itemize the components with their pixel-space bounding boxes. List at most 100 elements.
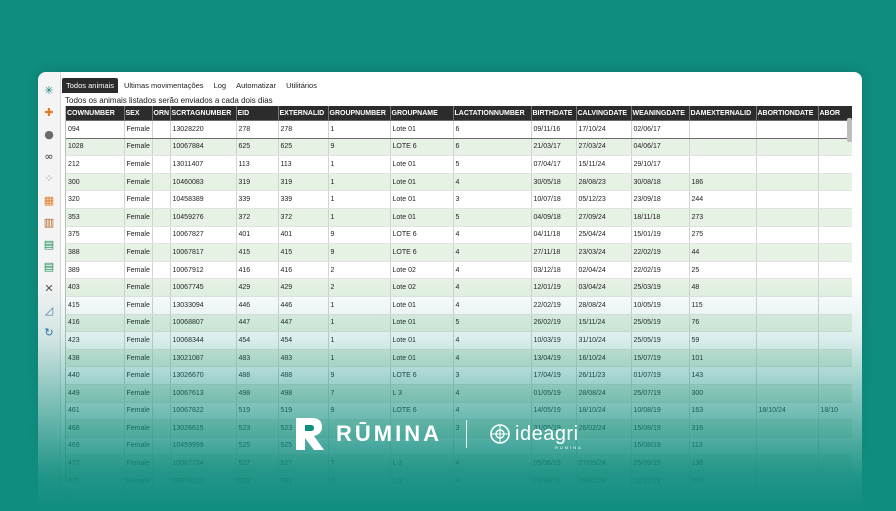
table-cell bbox=[152, 208, 171, 227]
drop-icon[interactable]: ● bbox=[42, 128, 56, 142]
table-cell: LOTE 6 bbox=[390, 243, 454, 262]
tab-ultimas-movimentacoes[interactable]: Ultimas movimentações bbox=[120, 78, 208, 93]
document-icon[interactable]: ▤ bbox=[42, 238, 56, 252]
network-icon[interactable]: ✳ bbox=[42, 84, 56, 98]
grid-icon[interactable]: ⁘ bbox=[42, 172, 56, 186]
table-cell: 13028220 bbox=[170, 120, 237, 139]
table-row[interactable]: 416Female null100688074474471Lote 01526/… bbox=[66, 314, 852, 333]
table-cell: 10067817 bbox=[170, 243, 237, 262]
brand-footer: RŪMINA ideagri RUMINA bbox=[290, 412, 640, 456]
column-header[interactable]: GROUPNUMBER bbox=[328, 106, 391, 121]
table-cell: 25/05/19 bbox=[631, 314, 690, 333]
column-header[interactable]: SEX bbox=[124, 106, 153, 121]
table-cell: 415 bbox=[66, 296, 125, 315]
table-row[interactable]: 375Female null100678274014019LOTE 6404/1… bbox=[66, 226, 852, 245]
table-row[interactable]: 353Female null104592763723721Lote 01504/… bbox=[66, 208, 852, 227]
calendar-icon[interactable]: ▦ bbox=[42, 194, 56, 208]
table-cell bbox=[152, 226, 171, 245]
table-cell: 27/03/24 bbox=[576, 138, 632, 157]
column-header[interactable]: EID bbox=[236, 106, 279, 121]
table-cell: Lote 02 bbox=[390, 261, 454, 280]
add-icon[interactable]: ✚ bbox=[42, 106, 56, 120]
table-cell: 212 bbox=[66, 155, 125, 174]
column-header[interactable]: BIRTHDATE bbox=[531, 106, 577, 121]
column-header[interactable]: ORN bbox=[152, 106, 171, 121]
table-cell: 10458389 bbox=[170, 190, 237, 209]
binoculars-icon[interactable]: ∞ bbox=[42, 150, 56, 164]
table-cell: 4 bbox=[453, 454, 532, 473]
table-row[interactable]: 449Female null100676134984987L 3401/05/1… bbox=[66, 384, 852, 403]
table-cell: 372 bbox=[278, 208, 329, 227]
table-row[interactable]: 438Female null130210874834831Lote 01413/… bbox=[66, 349, 852, 368]
table-cell: 10067912 bbox=[170, 261, 237, 280]
table-cell: Female null bbox=[124, 278, 153, 297]
table-cell: Female null bbox=[124, 138, 153, 157]
column-header[interactable]: LACTATIONNUMBER bbox=[453, 106, 532, 121]
table-row[interactable]: 403Female null100677454294292Lote 02412/… bbox=[66, 278, 852, 297]
document-download-icon[interactable]: ▤ bbox=[42, 260, 56, 274]
tab-automatizar[interactable]: Automatizar bbox=[232, 78, 280, 93]
table-cell: 2 bbox=[328, 261, 391, 280]
table-cell: 10067734 bbox=[170, 454, 237, 473]
column-header[interactable]: WEANINGDATE bbox=[631, 106, 690, 121]
table-cell: 461 bbox=[66, 402, 125, 421]
refresh-icon[interactable]: ↻ bbox=[42, 326, 56, 340]
table-cell: 04/09/18 bbox=[531, 208, 577, 227]
table-row[interactable]: 300Female null104600833193191Lote 01430/… bbox=[66, 173, 852, 192]
table-cell: Female null bbox=[124, 155, 153, 174]
table-row[interactable]: 389Female null100679124164162Lote 02403/… bbox=[66, 261, 852, 280]
table-cell: 07/04/17 bbox=[531, 155, 577, 174]
table-row[interactable]: 094Female null130282202782781Lote 01609/… bbox=[66, 120, 852, 139]
table-cell: 468 bbox=[66, 419, 125, 438]
table-cell: 143 bbox=[689, 366, 757, 385]
table-cell: 113 bbox=[278, 155, 329, 174]
table-row[interactable]: 388Female null100678174154159LOTE 6427/1… bbox=[66, 243, 852, 262]
table-cell: 625 bbox=[236, 138, 279, 157]
table-cell: 244 bbox=[689, 190, 757, 209]
column-header[interactable]: EXTERNALID bbox=[278, 106, 329, 121]
table-cell: 9 bbox=[328, 243, 391, 262]
table-cell: 416 bbox=[236, 261, 279, 280]
column-header[interactable]: ABORTIONDATE bbox=[756, 106, 819, 121]
table-cell bbox=[818, 384, 852, 403]
table-cell: 4 bbox=[453, 349, 532, 368]
table-cell: 10067822 bbox=[170, 402, 237, 421]
table-cell: 1 bbox=[328, 349, 391, 368]
table-cell: 415 bbox=[236, 243, 279, 262]
table-cell: 10459276 bbox=[170, 208, 237, 227]
table-row[interactable]: 320Female null104583893393391Lote 01310/… bbox=[66, 190, 852, 209]
tools-icon[interactable]: ✕ bbox=[42, 282, 56, 296]
table-row[interactable]: 475Female null130741315335337L 3425/06/1… bbox=[66, 472, 852, 491]
table-cell bbox=[152, 454, 171, 473]
table-cell bbox=[756, 155, 819, 174]
column-header[interactable]: DAMEXTERNALID bbox=[689, 106, 757, 121]
table-row[interactable]: 415Female null130330944464461Lote 01422/… bbox=[66, 296, 852, 315]
vertical-scrollbar[interactable] bbox=[847, 118, 852, 142]
table-cell: 4 bbox=[453, 472, 532, 491]
table-cell: 25/04/24 bbox=[576, 226, 632, 245]
table-cell bbox=[818, 366, 852, 385]
table-row[interactable]: 472Female null100677345275277L 3405/06/1… bbox=[66, 454, 852, 473]
chart-icon[interactable]: ◿ bbox=[42, 304, 56, 318]
table-cell: Lote 02 bbox=[390, 278, 454, 297]
column-header[interactable]: GROUPNAME bbox=[390, 106, 454, 121]
table-cell bbox=[818, 190, 852, 209]
table-cell: 15/11/24 bbox=[576, 155, 632, 174]
column-header[interactable]: SCRTAGNUMBER bbox=[170, 106, 237, 121]
table-cell: 488 bbox=[278, 366, 329, 385]
table-cell: 273 bbox=[689, 208, 757, 227]
tab-utilitarios[interactable]: Utilitários bbox=[282, 78, 321, 93]
barcode-icon[interactable]: ▥ bbox=[42, 216, 56, 230]
table-row[interactable]: 212Female null130114071131131Lote 01507/… bbox=[66, 155, 852, 174]
tab-log[interactable]: Log bbox=[210, 78, 231, 93]
tab-todos-animais[interactable]: Todos animais bbox=[62, 78, 118, 93]
table-cell: 30/08/18 bbox=[631, 173, 690, 192]
table-row[interactable]: 423Female null100683444544541Lote 01410/… bbox=[66, 331, 852, 350]
column-header[interactable]: CALVINGDATE bbox=[576, 106, 632, 121]
table-row[interactable]: 1028Female null100678846256259LOTE 6621/… bbox=[66, 138, 852, 157]
table-cell: 13021087 bbox=[170, 349, 237, 368]
table-row[interactable]: 440Female null130266704884889LOTE 6317/0… bbox=[66, 366, 852, 385]
table-cell: 533 bbox=[278, 472, 329, 491]
ideagri-brand-text: ideagri bbox=[515, 422, 579, 445]
column-header[interactable]: COWNUMBER bbox=[66, 106, 125, 121]
